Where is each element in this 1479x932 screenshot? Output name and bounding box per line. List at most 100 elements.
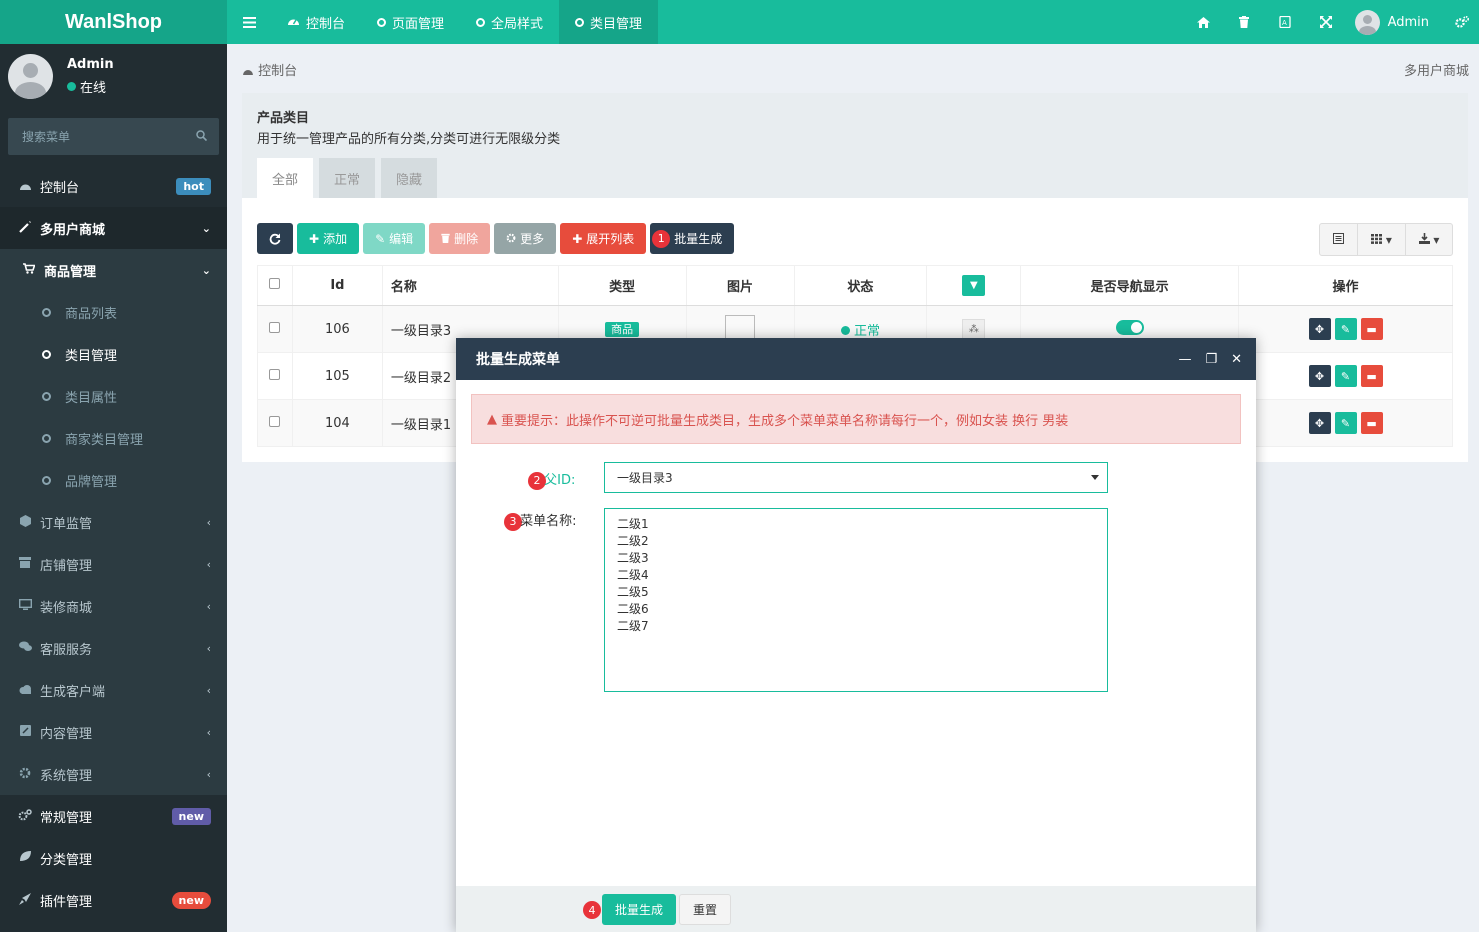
tab-dashboard[interactable]: 控制台	[271, 0, 361, 44]
sidebar-item-plugin-manage[interactable]: 插件管理 new	[0, 879, 227, 921]
download-icon	[1418, 232, 1430, 247]
sidebar-item-product-list[interactable]: 商品列表	[0, 291, 227, 333]
fullscreen-icon[interactable]	[1306, 16, 1347, 28]
circle-icon	[42, 349, 51, 359]
menu-names-label: 3 菜单名称:	[504, 510, 577, 531]
column-header: 操作	[1238, 265, 1453, 306]
store-icon	[18, 557, 32, 571]
sidebar-item-build-client[interactable]: 生成客户端 ‹	[0, 669, 227, 711]
toolbar: ✚ 添加 ✎ 编辑 删除 更多 ✚ 展开列表 1 批量生成	[257, 223, 735, 254]
column-header[interactable]: 是否导航显示	[1020, 265, 1240, 306]
breadcrumb-current[interactable]: 控制台	[258, 64, 297, 79]
step-marker: 4	[583, 901, 601, 919]
search-icon[interactable]	[196, 129, 208, 144]
step-marker: 1	[652, 229, 671, 248]
row-checkbox[interactable]	[269, 368, 281, 380]
tab-global-style[interactable]: 全局样式	[460, 0, 559, 44]
sidebar-item-category-manage[interactable]: 类目管理	[0, 333, 227, 375]
add-button[interactable]: ✚ 添加	[297, 223, 360, 254]
translate-icon[interactable]: A	[1265, 16, 1306, 28]
tab-label: 控制台	[306, 16, 346, 32]
tab-hidden[interactable]: 隐藏	[381, 158, 437, 198]
refresh-button[interactable]	[257, 223, 293, 254]
logo[interactable]: WanlShop	[0, 0, 227, 44]
column-header[interactable]: 图片	[685, 265, 795, 306]
id-cell: 104	[291, 399, 383, 447]
trash-icon[interactable]: ▬	[1360, 412, 1383, 434]
edit-label: 编辑	[389, 232, 414, 246]
sidebar-item-category-attr[interactable]: 类目属性	[0, 375, 227, 417]
minimize-icon[interactable]: —	[1178, 352, 1191, 367]
edit-icon[interactable]: ✎	[1334, 318, 1357, 340]
move-icon[interactable]: ✥	[1308, 412, 1331, 434]
sidebar-item-category-classify[interactable]: 分类管理	[0, 837, 227, 879]
home-icon[interactable]	[1183, 16, 1224, 28]
more-button[interactable]: 更多	[494, 223, 557, 254]
nav-display-toggle[interactable]	[1115, 319, 1144, 335]
tab-category-manage[interactable]: 类目管理	[559, 0, 659, 44]
trash-icon[interactable]: ▬	[1360, 318, 1383, 340]
textarea-line: 二级1	[617, 517, 649, 531]
sidebar-item-store-manage[interactable]: 店铺管理 ‹	[0, 543, 227, 585]
trash-icon[interactable]	[1224, 16, 1265, 28]
sidebar-item-multi-mall[interactable]: 多用户商城 ⌄	[0, 207, 227, 249]
sidebar-item-customer-service[interactable]: 客服服务 ‹	[0, 627, 227, 669]
chevron-down-icon[interactable]: ▼	[962, 275, 986, 296]
sitemap-icon[interactable]: ⁂	[962, 318, 986, 340]
row-checkbox-cell	[257, 399, 293, 447]
parent-id-select[interactable]: 一级目录3	[604, 462, 1108, 493]
sidebar-search-input[interactable]: 搜索菜单	[8, 118, 219, 155]
tab-normal[interactable]: 正常	[319, 158, 375, 198]
sidebar-item-system-manage[interactable]: 系统管理 ‹	[0, 753, 227, 795]
reset-button[interactable]: 重置	[679, 894, 732, 925]
column-header[interactable]: 类型	[557, 265, 687, 306]
row-checkbox[interactable]	[269, 321, 281, 333]
maximize-icon[interactable]: ❐	[1205, 352, 1217, 367]
move-icon[interactable]: ✥	[1308, 365, 1331, 387]
menu-toggle-icon[interactable]	[227, 0, 271, 44]
textarea-line: 二级5	[617, 585, 649, 599]
edit-icon[interactable]: ✎	[1334, 412, 1357, 434]
tab-page-manage[interactable]: 页面管理	[361, 0, 460, 44]
edit-button[interactable]: ✎ 编辑	[363, 223, 426, 254]
tab-all[interactable]: 全部	[257, 158, 313, 198]
move-icon[interactable]: ✥	[1308, 318, 1331, 340]
column-header[interactable]: Id	[291, 265, 383, 306]
column-header[interactable]: 状态	[793, 265, 928, 306]
gear-icon	[18, 767, 32, 782]
menu-names-textarea[interactable]: 二级1 二级2 二级3 二级4 二级5 二级6 二级7	[604, 508, 1108, 692]
circle-icon	[42, 433, 51, 443]
cart-icon	[22, 263, 36, 277]
edit-icon[interactable]: ✎	[1334, 365, 1357, 387]
circle-icon	[377, 17, 387, 27]
top-tabs: 控制台 页面管理 全局样式 类目管理	[227, 0, 659, 44]
batch-generate-submit-button[interactable]: 批量生成	[602, 894, 677, 925]
delete-button[interactable]: 删除	[429, 223, 491, 254]
dialog-title: 批量生成菜单	[476, 352, 560, 368]
broken-image-icon[interactable]	[725, 315, 756, 339]
column-header[interactable]: 名称	[381, 265, 559, 306]
sidebar-item-general-manage[interactable]: 常规管理 new	[0, 795, 227, 837]
columns-button[interactable]: ▾	[1357, 224, 1405, 255]
top-user-menu[interactable]: Admin	[1347, 9, 1445, 35]
settings-cogs-icon[interactable]	[1445, 16, 1479, 28]
sidebar-item-decorate-mall[interactable]: 装修商城 ‹	[0, 585, 227, 627]
warning-icon: ▲	[487, 411, 497, 427]
export-button[interactable]: ▾	[1405, 224, 1452, 255]
sidebar-item-order-supervise[interactable]: 订单监管 ‹	[0, 501, 227, 543]
sidebar-item-merchant-category[interactable]: 商家类目管理	[0, 417, 227, 459]
sidebar-item-product-manage[interactable]: 商品管理 ⌄	[0, 249, 227, 291]
expand-list-button[interactable]: ✚ 展开列表	[560, 223, 647, 254]
select-all-checkbox[interactable]	[269, 278, 281, 289]
dashboard-icon	[242, 64, 254, 79]
row-checkbox[interactable]	[269, 415, 281, 427]
comments-icon	[18, 641, 32, 655]
sidebar-item-dashboard[interactable]: 控制台 hot	[0, 165, 227, 207]
close-icon[interactable]: ✕	[1231, 352, 1242, 367]
sidebar-item-brand-manage[interactable]: 品牌管理	[0, 459, 227, 501]
trash-icon[interactable]: ▬	[1360, 365, 1383, 387]
toggle-view-button[interactable]	[1320, 224, 1357, 255]
sidebar-item-content-manage[interactable]: 内容管理 ‹	[0, 711, 227, 753]
batch-generate-button[interactable]: 1 批量生成	[650, 223, 735, 254]
trash-icon	[441, 232, 450, 246]
